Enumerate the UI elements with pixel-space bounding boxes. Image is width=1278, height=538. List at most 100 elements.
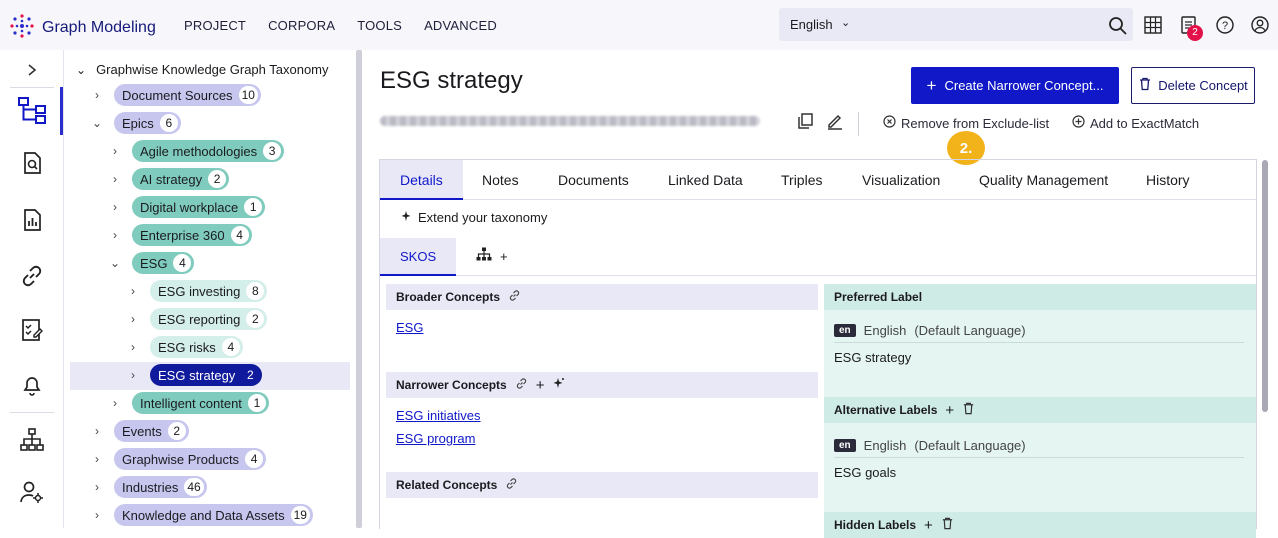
- tree-node-pill[interactable]: Intelligent content 1: [132, 392, 269, 414]
- help-icon[interactable]: ?: [1216, 16, 1234, 37]
- chevron-down-icon[interactable]: ⌄: [108, 256, 122, 270]
- chevron-right-icon[interactable]: ›: [90, 452, 104, 466]
- tree-node-esg-reporting[interactable]: › ESG reporting 2: [126, 308, 268, 330]
- chevron-right-icon[interactable]: ›: [108, 396, 122, 410]
- tab-linked-data[interactable]: Linked Data: [648, 160, 763, 200]
- chevron-right-icon[interactable]: ›: [126, 340, 140, 354]
- tab-quality-management[interactable]: Quality Management: [959, 160, 1128, 200]
- add-exactmatch-button[interactable]: Add to ExactMatch: [1072, 115, 1199, 131]
- tree-node-document-sources[interactable]: › Document Sources 10: [90, 84, 261, 106]
- tree-node-pill[interactable]: Knowledge and Data Assets 19: [114, 504, 313, 526]
- tree-node-pill[interactable]: ESG 4: [132, 252, 195, 274]
- tree-node-graphwise-products[interactable]: › Graphwise Products 4: [90, 448, 267, 470]
- chevron-right-icon[interactable]: ›: [90, 480, 104, 494]
- taxonomy-tree-icon[interactable]: [0, 90, 64, 130]
- chevron-right-icon[interactable]: ›: [108, 200, 122, 214]
- tab-visualization[interactable]: Visualization: [842, 160, 960, 200]
- chevron-right-icon[interactable]: ›: [90, 88, 104, 102]
- tree-node-pill[interactable]: Graphwise Products 4: [114, 448, 267, 470]
- tree-node-pill[interactable]: Events 2: [114, 420, 189, 442]
- main-scrollbar[interactable]: [1262, 160, 1268, 412]
- plus-icon[interactable]: +: [536, 377, 545, 394]
- link-icon[interactable]: [508, 289, 521, 305]
- narrower-link-esg-initiatives[interactable]: ESG initiatives: [396, 408, 481, 423]
- tree-node-knowledge-data-assets[interactable]: › Knowledge and Data Assets 19: [90, 504, 313, 526]
- chevron-right-icon[interactable]: ›: [126, 312, 140, 326]
- tree-root[interactable]: ⌄ Graphwise Knowledge Graph Taxonomy: [76, 62, 329, 77]
- tree-node-pill[interactable]: AI strategy 2: [132, 168, 230, 190]
- tree-node-enterprise-360[interactable]: › Enterprise 360 4: [108, 224, 252, 246]
- link-icon[interactable]: [505, 477, 518, 493]
- language-select[interactable]: English ⌄: [779, 8, 1133, 41]
- chevron-right-icon[interactable]: ›: [90, 424, 104, 438]
- tree-node-ai-strategy[interactable]: › AI strategy 2: [108, 168, 230, 190]
- remove-exclude-list-button[interactable]: Remove from Exclude-list: [883, 115, 1049, 131]
- copy-icon[interactable]: [796, 112, 814, 133]
- user-account-icon[interactable]: [1251, 16, 1269, 37]
- search-icon[interactable]: [1108, 16, 1128, 39]
- chevron-right-icon[interactable]: ›: [108, 144, 122, 158]
- chevron-down-icon[interactable]: ⌄: [90, 116, 104, 130]
- tree-node-esg-investing[interactable]: › ESG investing 8: [126, 280, 268, 302]
- bell-icon[interactable]: [0, 365, 64, 405]
- report-icon[interactable]: [0, 200, 64, 240]
- tree-node-pill[interactable]: Agile methodologies 3: [132, 140, 285, 162]
- chevron-right-icon[interactable]: ›: [108, 172, 122, 186]
- tree-node-pill[interactable]: ESG reporting 2: [150, 308, 268, 330]
- concept-uri-blurred[interactable]: [380, 116, 760, 126]
- tree-node-agile[interactable]: › Agile methodologies 3: [108, 140, 285, 162]
- tree-node-industries[interactable]: › Industries 46: [90, 476, 207, 498]
- tree-node-pill[interactable]: Epics 6: [114, 112, 181, 134]
- link-icon[interactable]: [515, 377, 528, 393]
- tab-triples[interactable]: Triples: [761, 160, 843, 200]
- broader-link[interactable]: ESG: [396, 320, 423, 335]
- preferred-label-value[interactable]: ESG strategy: [834, 350, 911, 365]
- chevron-right-icon[interactable]: ›: [90, 508, 104, 522]
- trash-icon[interactable]: [962, 402, 975, 418]
- user-settings-icon[interactable]: [0, 472, 64, 512]
- tree-node-pill[interactable]: ESG investing 8: [150, 280, 268, 302]
- chevron-right-icon[interactable]: ›: [126, 284, 140, 298]
- chevron-right-icon[interactable]: ›: [108, 228, 122, 242]
- grid-icon[interactable]: [1144, 16, 1162, 37]
- tree-node-intelligent-content[interactable]: › Intelligent content 1: [108, 392, 269, 414]
- chevron-down-icon[interactable]: ⌄: [76, 63, 86, 77]
- tree-node-pill-selected[interactable]: ESG strategy 2: [150, 364, 263, 386]
- nav-corpora[interactable]: CORPORA: [268, 18, 335, 33]
- tree-node-pill[interactable]: Industries 46: [114, 476, 207, 498]
- create-narrower-concept-button[interactable]: + Create Narrower Concept...: [911, 67, 1119, 104]
- tab-history[interactable]: History: [1126, 160, 1210, 200]
- alternative-label-value[interactable]: ESG goals: [834, 465, 896, 480]
- tree-node-events[interactable]: › Events 2: [90, 420, 189, 442]
- search-document-icon[interactable]: [0, 143, 64, 183]
- tree-node-pill[interactable]: Document Sources 10: [114, 84, 261, 106]
- plus-icon[interactable]: +: [924, 517, 933, 534]
- tab-details[interactable]: Details: [380, 160, 463, 200]
- tree-node-pill[interactable]: Digital workplace 1: [132, 196, 266, 218]
- trash-icon[interactable]: [941, 517, 954, 533]
- tree-node-digital-workplace[interactable]: › Digital workplace 1: [108, 196, 266, 218]
- narrower-link-esg-program[interactable]: ESG program: [396, 431, 475, 446]
- chevron-right-icon[interactable]: ›: [126, 368, 140, 382]
- tab-documents[interactable]: Documents: [538, 160, 649, 200]
- subtab-skos[interactable]: SKOS: [380, 238, 457, 276]
- link-icon[interactable]: [0, 256, 64, 296]
- extend-taxonomy-button[interactable]: Extend your taxonomy: [400, 210, 547, 225]
- tree-node-esg[interactable]: ⌄ ESG 4: [108, 252, 195, 274]
- sparkle-icon[interactable]: [552, 377, 565, 393]
- plus-icon[interactable]: +: [945, 402, 954, 419]
- delete-concept-button[interactable]: Delete Concept: [1131, 67, 1255, 104]
- nav-advanced[interactable]: ADVANCED: [424, 18, 497, 33]
- subtab-add-scheme[interactable]: +: [456, 238, 528, 276]
- tree-node-epics[interactable]: ⌄ Epics 6: [90, 112, 181, 134]
- chevron-right-icon[interactable]: [0, 50, 64, 90]
- tree-node-esg-risks[interactable]: › ESG risks 4: [126, 336, 243, 358]
- nav-project[interactable]: PROJECT: [184, 18, 246, 33]
- tab-notes[interactable]: Notes: [462, 160, 539, 200]
- tree-node-pill[interactable]: Enterprise 360 4: [132, 224, 252, 246]
- hierarchy-icon[interactable]: [0, 420, 64, 460]
- tree-node-pill[interactable]: ESG risks 4: [150, 336, 243, 358]
- checklist-icon[interactable]: [0, 310, 64, 350]
- nav-tools[interactable]: TOOLS: [357, 18, 402, 33]
- edit-icon[interactable]: [826, 112, 844, 133]
